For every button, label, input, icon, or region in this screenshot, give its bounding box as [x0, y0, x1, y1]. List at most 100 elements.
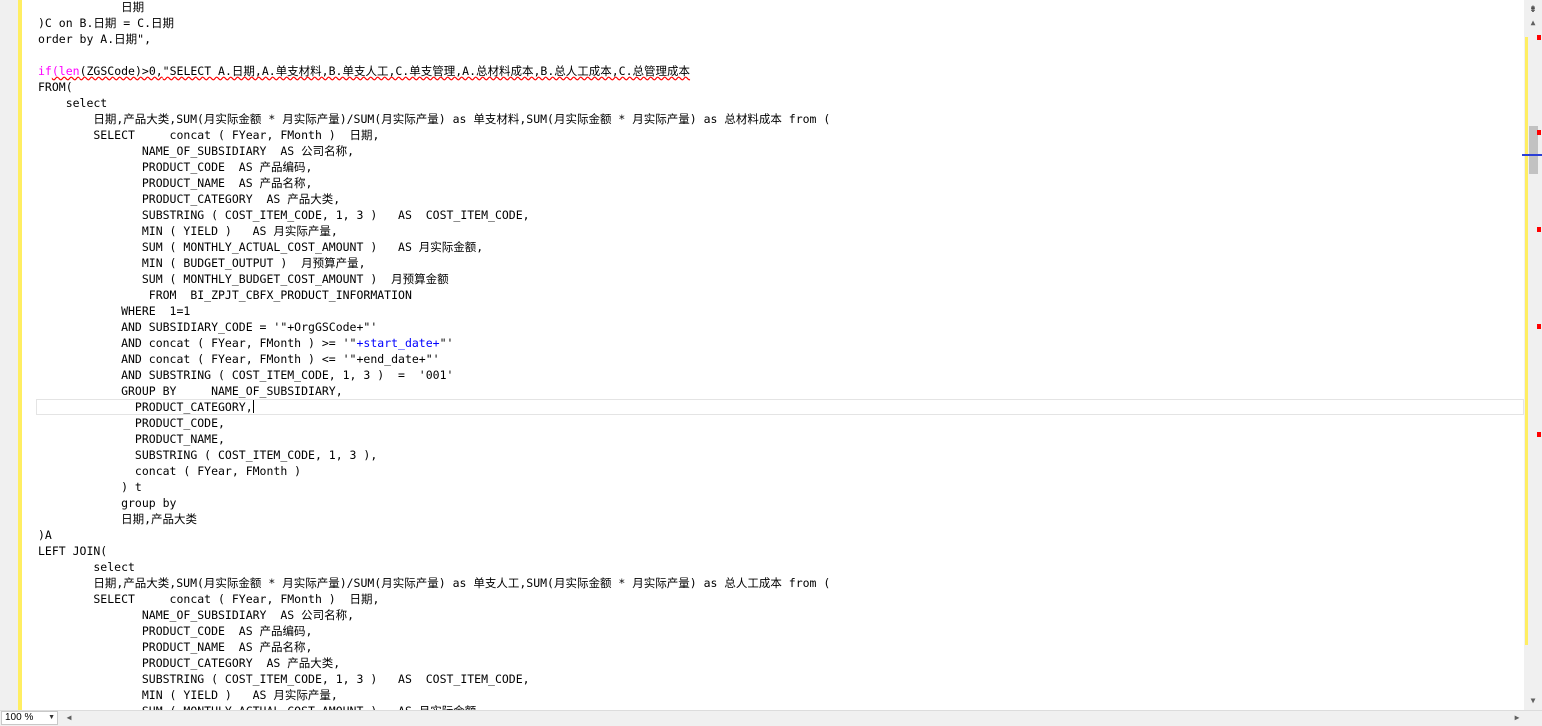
variable-start-date: +start_date+ [356, 336, 440, 350]
code-text: 日期 [38, 0, 145, 14]
scrollbar-caret-marker [1522, 154, 1542, 156]
code-line[interactable]: AND SUBSTRING ( COST_ITEM_CODE, 1, 3 ) =… [38, 367, 1524, 383]
code-line[interactable]: PRODUCT_NAME AS 产品名称, [38, 639, 1524, 655]
code-text: order by A.日期", [38, 32, 152, 46]
scrollbar-error-marker[interactable] [1537, 432, 1541, 437]
code-line[interactable]: SUM ( MONTHLY_BUDGET_COST_AMOUNT ) 月预算金额 [38, 271, 1524, 287]
scrollbar-error-marker[interactable] [1537, 324, 1541, 329]
code-text: SELECT concat ( FYear, FMonth ) 日期, [38, 128, 380, 142]
zoom-dropdown[interactable]: 100 % ▼ [1, 711, 58, 725]
code-line[interactable]: if(len(ZGSCode)>0,"SELECT A.日期,A.单支材料,B.… [38, 63, 1524, 79]
code-editor[interactable]: 日期 )C on B.日期 = C.日期 order by A.日期", if(len… [0, 0, 1524, 710]
code-line[interactable]: select [38, 559, 1524, 575]
code-line[interactable]: )A [38, 527, 1524, 543]
code-text: MIN ( YIELD ) AS 月实际产量, [38, 688, 338, 702]
paren-open: ( [51, 64, 59, 78]
code-text: PRODUCT_NAME AS 产品名称, [38, 176, 313, 190]
code-text: select [38, 96, 108, 110]
code-text: AND concat ( FYear, FMonth ) <= '"+end_d… [38, 352, 440, 366]
code-line[interactable]: PRODUCT_CATEGORY, [36, 399, 1524, 415]
if-condition: (ZGSCode)>0, [79, 64, 163, 78]
code-line[interactable]: GROUP BY NAME_OF_SUBSIDIARY, [38, 383, 1524, 399]
code-line[interactable]: SUBSTRING ( COST_ITEM_CODE, 1, 3 ) AS CO… [38, 671, 1524, 687]
code-text: PRODUCT_CODE AS 产品编码, [38, 624, 313, 638]
code-line[interactable]: PRODUCT_NAME AS 产品名称, [38, 175, 1524, 191]
code-line[interactable]: select [38, 95, 1524, 111]
chevron-down-icon[interactable]: ▼ [48, 712, 55, 724]
sql-string: "SELECT A.日期,A.单支材料,B.单支人工,C.单支管理,A.总材料成… [162, 64, 691, 78]
scroll-left-icon[interactable]: ◀ [62, 711, 76, 725]
code-line[interactable]: AND SUBSIDIARY_CODE = '"+OrgGSCode+"' [38, 319, 1524, 335]
keyword-if: if [38, 64, 52, 78]
scrollbar-error-marker[interactable] [1537, 130, 1541, 135]
code-text: select [38, 560, 135, 574]
scrollbar-change-marker [1525, 37, 1528, 645]
code-text: SELECT concat ( FYear, FMonth ) 日期, [38, 592, 380, 606]
code-text: )A [38, 528, 52, 542]
code-line[interactable]: 日期,产品大类,SUM(月实际金额 * 月实际产量)/SUM(月实际产量) as… [38, 111, 1524, 127]
code-text: 日期,产品大类 [38, 512, 198, 526]
code-line[interactable]: MIN ( BUDGET_OUTPUT ) 月预算产量, [38, 255, 1524, 271]
code-text: PRODUCT_NAME, [38, 432, 225, 446]
code-line[interactable]: AND concat ( FYear, FMonth ) >= '"+start… [38, 335, 1524, 351]
code-line[interactable]: 日期,产品大类,SUM(月实际金额 * 月实际产量)/SUM(月实际产量) as… [38, 575, 1524, 591]
scrollbar-error-marker[interactable] [1537, 35, 1541, 40]
code-text: AND SUBSIDIARY_CODE = '"+OrgGSCode+"' [38, 320, 378, 334]
code-text: ) t [38, 480, 142, 494]
code-line[interactable]: SUBSTRING ( COST_ITEM_CODE, 1, 3 ) AS CO… [38, 207, 1524, 223]
code-line[interactable]: SUM ( MONTHLY_ACTUAL_COST_AMOUNT ) AS 月实… [38, 703, 1524, 710]
code-line[interactable]: LEFT JOIN( [38, 543, 1524, 559]
code-line[interactable] [38, 47, 1524, 63]
scroll-up-icon[interactable]: ▲ [1524, 16, 1542, 30]
code-line[interactable]: 日期,产品大类 [38, 511, 1524, 527]
code-line[interactable]: ) t [38, 479, 1524, 495]
code-text: MIN ( YIELD ) AS 月实际产量, [38, 224, 338, 238]
code-line[interactable]: group by [38, 495, 1524, 511]
code-text: SUM ( MONTHLY_BUDGET_COST_AMOUNT ) 月预算金额 [38, 272, 449, 286]
code-text-area[interactable]: 日期 )C on B.日期 = C.日期 order by A.日期", if(len… [36, 0, 1524, 710]
code-line[interactable]: MIN ( YIELD ) AS 月实际产量, [38, 223, 1524, 239]
code-text: 日期,产品大类,SUM(月实际金额 * 月实际产量)/SUM(月实际产量) as… [38, 112, 831, 126]
code-line[interactable]: PRODUCT_CATEGORY AS 产品大类, [38, 191, 1524, 207]
code-line[interactable]: PRODUCT_CODE, [38, 415, 1524, 431]
code-line[interactable]: 日期 [38, 0, 1524, 15]
code-text: GROUP BY NAME_OF_SUBSIDIARY, [38, 384, 343, 398]
code-text: )C on B.日期 = C.日期 [38, 16, 175, 30]
editor-gutter[interactable] [0, 0, 18, 710]
code-text: MIN ( BUDGET_OUTPUT ) 月预算产量, [38, 256, 366, 270]
code-line[interactable]: SUM ( MONTHLY_ACTUAL_COST_AMOUNT ) AS 月实… [38, 239, 1524, 255]
code-line[interactable]: )C on B.日期 = C.日期 [38, 15, 1524, 31]
code-line[interactable]: NAME_OF_SUBSIDIARY AS 公司名称, [38, 607, 1524, 623]
split-window-icon[interactable]: ⇟ [1524, 0, 1542, 16]
code-text: PRODUCT_CATEGORY AS 产品大类, [38, 192, 341, 206]
code-text: PRODUCT_CODE, [38, 416, 225, 430]
code-line[interactable]: SELECT concat ( FYear, FMonth ) 日期, [38, 127, 1524, 143]
code-line[interactable]: PRODUCT_CATEGORY AS 产品大类, [38, 655, 1524, 671]
code-text: concat ( FYear, FMonth ) [38, 464, 302, 478]
code-text: SUM ( MONTHLY_ACTUAL_COST_AMOUNT ) AS 月实… [38, 240, 484, 254]
code-line[interactable]: SELECT concat ( FYear, FMonth ) 日期, [38, 591, 1524, 607]
code-text: "' [439, 336, 454, 350]
code-line[interactable]: FROM BI_ZPJT_CBFX_PRODUCT_INFORMATION [38, 287, 1524, 303]
code-line[interactable]: PRODUCT_CODE AS 产品编码, [38, 623, 1524, 639]
scroll-right-icon[interactable]: ▶ [1510, 711, 1524, 725]
code-line[interactable]: order by A.日期", [38, 31, 1524, 47]
code-line[interactable]: concat ( FYear, FMonth ) [38, 463, 1524, 479]
code-text: PRODUCT_CODE AS 产品编码, [38, 160, 313, 174]
code-line[interactable]: MIN ( YIELD ) AS 月实际产量, [38, 687, 1524, 703]
code-line[interactable]: PRODUCT_NAME, [38, 431, 1524, 447]
code-text: PRODUCT_NAME AS 产品名称, [38, 640, 313, 654]
code-line[interactable]: SUBSTRING ( COST_ITEM_CODE, 1, 3 ), [38, 447, 1524, 463]
code-line[interactable]: AND concat ( FYear, FMonth ) <= '"+end_d… [38, 351, 1524, 367]
code-line[interactable]: NAME_OF_SUBSIDIARY AS 公司名称, [38, 143, 1524, 159]
code-text: PRODUCT_CATEGORY, [38, 400, 253, 414]
horizontal-scrollbar[interactable] [0, 710, 1542, 726]
scroll-down-icon[interactable]: ▼ [1524, 694, 1542, 708]
code-text: WHERE 1=1 [38, 304, 191, 318]
code-line[interactable]: WHERE 1=1 [38, 303, 1524, 319]
code-text: AND concat ( FYear, FMonth ) >= '" [38, 336, 357, 350]
scrollbar-error-marker[interactable] [1537, 227, 1541, 232]
code-text: PRODUCT_CATEGORY AS 产品大类, [38, 656, 341, 670]
code-line[interactable]: PRODUCT_CODE AS 产品编码, [38, 159, 1524, 175]
code-line[interactable]: FROM( [38, 79, 1524, 95]
